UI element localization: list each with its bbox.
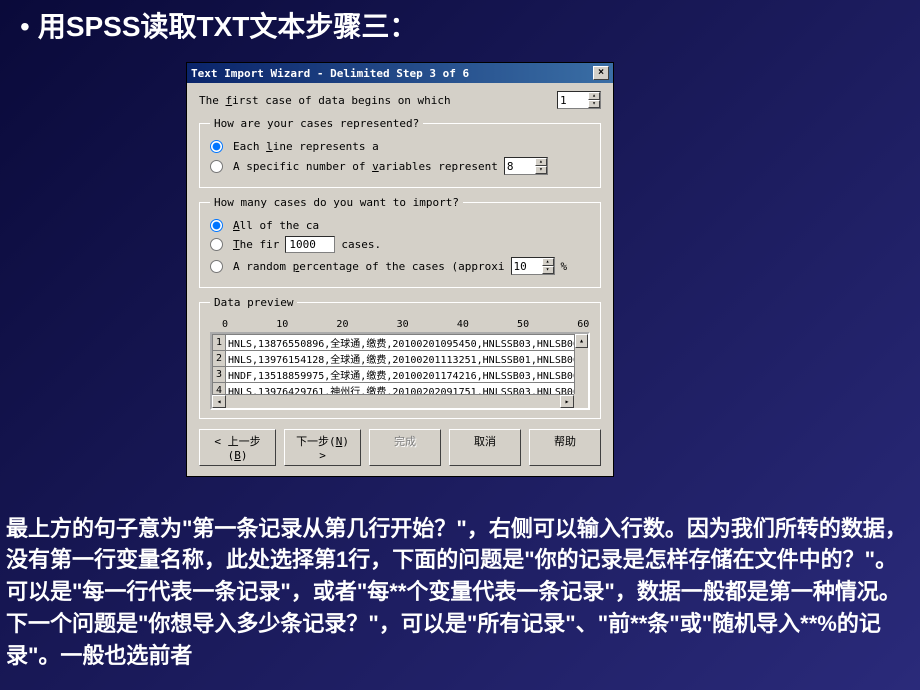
preview-ruler: 0 10 20 30 40 50 60 — [210, 319, 590, 330]
dialog-button-row: < 上一步(B) 下一步(N) > 完成 取消 帮助 — [199, 429, 601, 466]
first-case-spinner[interactable]: ▴ ▾ — [557, 91, 601, 109]
slide-caption: 最上方的句子意为"第一条记录从第几行开始？"，右侧可以输入行数。因为我们所转的数… — [6, 513, 914, 672]
radio-random-pct[interactable] — [210, 260, 223, 273]
row-number: 2 — [213, 351, 226, 367]
row-number: 3 — [213, 367, 226, 383]
spinner-up-icon[interactable]: ▴ — [588, 92, 600, 100]
dialog-body: The first case of data begins on which ▴… — [187, 83, 613, 476]
dialog-titlebar: Text Import Wizard - Delimited Step 3 of… — [187, 63, 613, 83]
specific-vars-spinner[interactable]: ▴ ▾ — [504, 157, 548, 175]
title-text: 用SPSS读取TXT文本步骤三： — [38, 11, 418, 42]
scroll-right-icon[interactable]: ▸ — [560, 395, 574, 408]
row-data: HNDF,13518859975,全球通,缴费,20100201174216,H… — [225, 367, 587, 383]
row-data: HNLS,13976154128,全球通,缴费,20100201113251,H… — [225, 351, 587, 367]
spinner-down-icon[interactable]: ▾ — [542, 266, 554, 274]
scroll-up-icon[interactable]: ▴ — [575, 334, 588, 348]
radio-specific-vars-label: A specific number of variables represent — [233, 160, 498, 173]
random-pct-input[interactable] — [512, 258, 542, 274]
text-import-wizard-dialog: Text Import Wizard - Delimited Step 3 of… — [186, 62, 614, 477]
radio-each-line-label: Each line represents a — [233, 140, 379, 153]
radio-first-n[interactable] — [210, 238, 223, 251]
preview-vscroll[interactable]: ▴ — [574, 334, 588, 394]
first-case-label: The first case of data begins on which — [199, 94, 551, 107]
row-data: HNLS,13876550896,全球通,缴费,20100201095450,H… — [225, 335, 587, 351]
spinner-up-icon[interactable]: ▴ — [542, 258, 554, 266]
preview-hscroll[interactable]: ◂ ▸ — [212, 394, 574, 408]
cancel-button[interactable]: 取消 — [449, 429, 521, 466]
specific-vars-input[interactable] — [505, 158, 535, 174]
data-preview-legend: Data preview — [210, 296, 297, 309]
radio-all-cases-label: All of the ca — [233, 219, 319, 232]
close-button[interactable]: × — [593, 66, 609, 80]
row-number: 1 — [213, 335, 226, 351]
scroll-corner — [574, 394, 588, 408]
table-row: 1HNLS,13876550896,全球通,缴费,20100201095450,… — [213, 335, 588, 351]
slide-title: • 用SPSS读取TXT文本步骤三： — [20, 5, 417, 45]
radio-specific-vars[interactable] — [210, 160, 223, 173]
finish-button: 完成 — [369, 429, 441, 466]
first-case-input[interactable] — [558, 92, 588, 108]
cases-represented-group: How are your cases represented? Each lin… — [199, 117, 601, 188]
first-case-row: The first case of data begins on which ▴… — [199, 91, 601, 109]
back-button[interactable]: < 上一步(B) — [199, 429, 276, 466]
bullet: • — [20, 11, 30, 42]
import-count-group: How many cases do you want to import? Al… — [199, 196, 601, 288]
spinner-up-icon[interactable]: ▴ — [535, 158, 547, 166]
table-row: 2HNLS,13976154128,全球通,缴费,20100201113251,… — [213, 351, 588, 367]
spinner-down-icon[interactable]: ▾ — [588, 100, 600, 108]
first-n-input[interactable] — [285, 236, 335, 253]
scroll-left-icon[interactable]: ◂ — [212, 395, 226, 408]
first-n-suffix: cases. — [341, 238, 381, 251]
dialog-title: Text Import Wizard - Delimited Step 3 of… — [191, 67, 469, 80]
spinner-buttons[interactable]: ▴ ▾ — [542, 258, 554, 274]
spinner-buttons[interactable]: ▴ ▾ — [588, 92, 600, 108]
spinner-buttons[interactable]: ▴ ▾ — [535, 158, 547, 174]
radio-random-pct-label: A random percentage of the cases (approx… — [233, 260, 505, 273]
spinner-down-icon[interactable]: ▾ — [535, 166, 547, 174]
import-count-legend: How many cases do you want to import? — [210, 196, 463, 209]
radio-each-line[interactable] — [210, 140, 223, 153]
data-preview-group: Data preview 0 10 20 30 40 50 60 1HNLS,1… — [199, 296, 601, 419]
table-row: 3HNDF,13518859975,全球通,缴费,20100201174216,… — [213, 367, 588, 383]
radio-all-cases[interactable] — [210, 219, 223, 232]
help-button[interactable]: 帮助 — [529, 429, 601, 466]
next-button[interactable]: 下一步(N) > — [284, 429, 361, 466]
cases-represented-legend: How are your cases represented? — [210, 117, 423, 130]
preview-box: 1HNLS,13876550896,全球通,缴费,20100201095450,… — [210, 332, 590, 410]
radio-first-n-label: The fir — [233, 238, 279, 251]
random-pct-spinner[interactable]: ▴ ▾ — [511, 257, 555, 275]
random-pct-suffix: % — [561, 260, 568, 273]
